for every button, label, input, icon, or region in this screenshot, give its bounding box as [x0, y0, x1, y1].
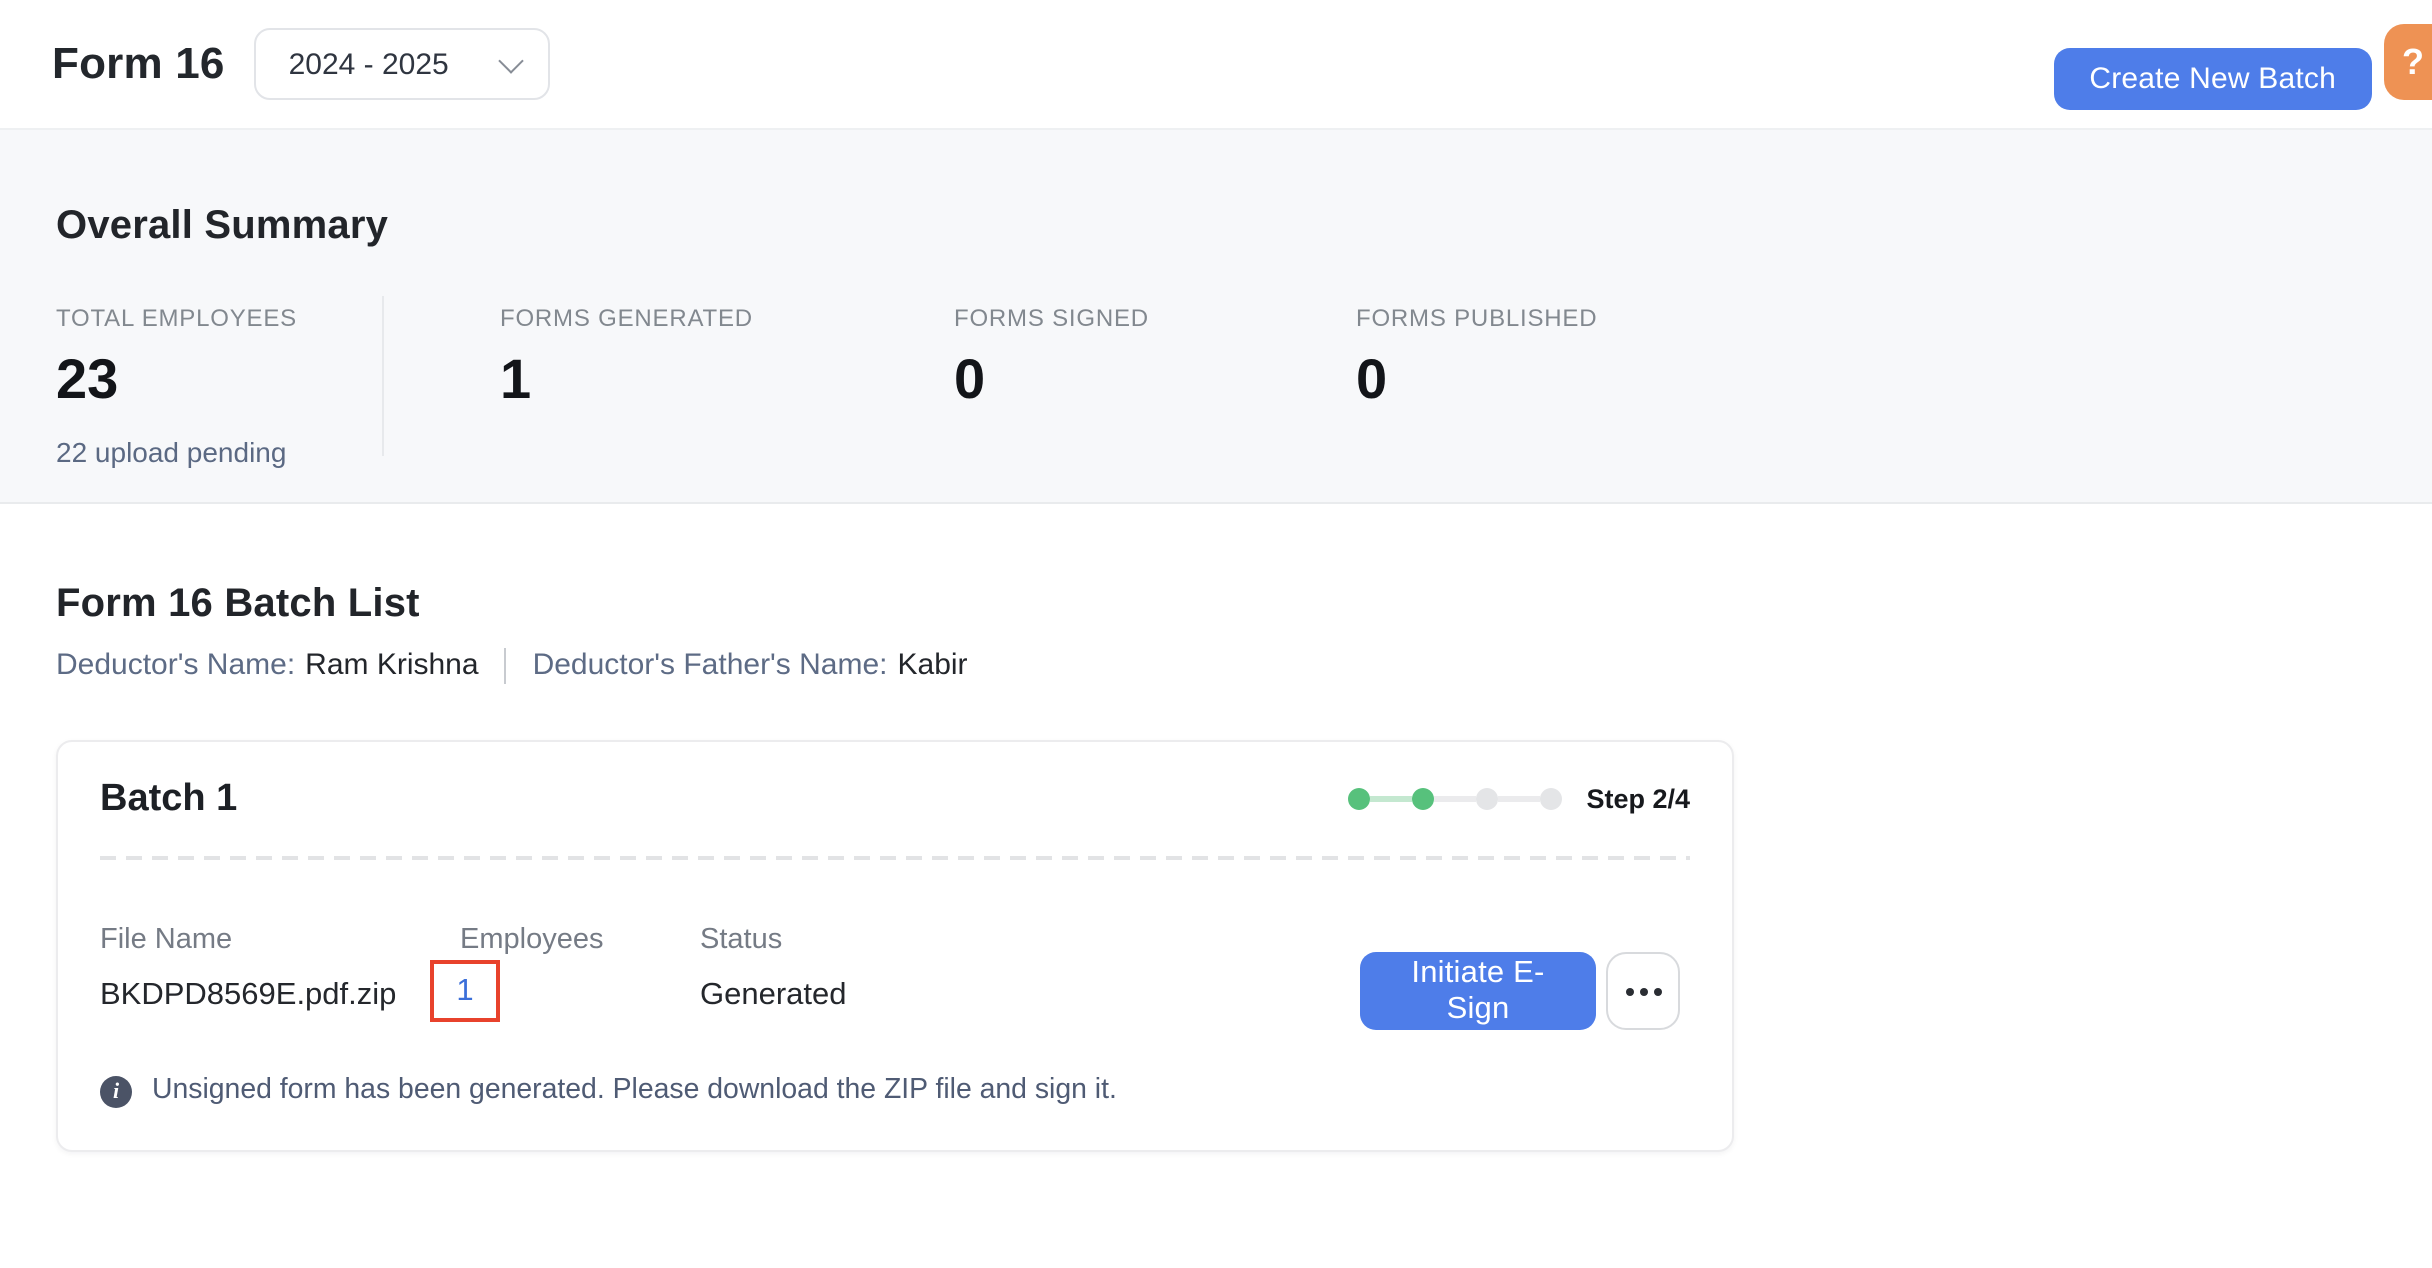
stat-value: 1 [500, 350, 954, 410]
financial-year-dropdown[interactable]: 2024 - 2025 [255, 28, 551, 100]
status-label: Status [700, 926, 847, 956]
employees-label: Employees [460, 926, 603, 956]
info-row: i Unsigned form has been generated. Plea… [100, 1074, 1117, 1108]
deductor-info-row: Deductor's Name: Ram Krishna Deductor's … [56, 648, 2376, 684]
stat-value: 23 [56, 350, 382, 410]
page-title: Form 16 [52, 38, 225, 90]
status-column: Status Generated [700, 926, 847, 1014]
step-progress-track [1348, 788, 1562, 810]
step-dot-4 [1540, 788, 1562, 810]
info-text: Unsigned form has been generated. Please… [152, 1074, 1117, 1108]
batch-card: Batch 1 Step 2/4 File Name BKDPD8569E.pd… [56, 740, 1734, 1152]
stat-value: 0 [954, 350, 1356, 410]
deductor-name-label: Deductor's Name: [56, 648, 295, 684]
financial-year-value: 2024 - 2025 [289, 47, 449, 81]
batch-list-heading: Form 16 Batch List [56, 580, 2376, 628]
stat-forms-generated: FORMS GENERATED 1 [384, 306, 954, 410]
step-dot-3 [1476, 788, 1498, 810]
stat-value: 0 [1356, 350, 1597, 410]
summary-stats-row: TOTAL EMPLOYEES 23 22 upload pending FOR… [56, 306, 2376, 468]
create-new-batch-button[interactable]: Create New Batch [2053, 48, 2372, 110]
deductor-divider [505, 648, 507, 684]
stat-label: FORMS SIGNED [954, 306, 1356, 332]
form16-page: Form 16 2024 - 2025 Create New Batch ? O… [0, 0, 2432, 1268]
stat-forms-signed: FORMS SIGNED 0 [954, 306, 1356, 410]
file-name-label: File Name [100, 926, 396, 956]
help-button[interactable]: ? [2384, 24, 2432, 100]
stat-label: FORMS GENERATED [500, 306, 954, 332]
stat-total-employees: TOTAL EMPLOYEES 23 22 upload pending [56, 306, 382, 468]
father-name-value: Kabir [898, 648, 968, 684]
step-progress-label: Step 2/4 [1586, 784, 1690, 814]
file-name-column: File Name BKDPD8569E.pdf.zip [100, 926, 396, 1014]
employees-count-link[interactable]: 1 [456, 973, 473, 1009]
chevron-down-icon [499, 48, 524, 73]
step-connector [1434, 796, 1476, 802]
stat-label: FORMS PUBLISHED [1356, 306, 1597, 332]
step-connector [1498, 796, 1540, 802]
initiate-esign-button[interactable]: Initiate E-Sign [1360, 952, 1596, 1030]
more-options-icon [1625, 987, 1633, 995]
deductor-name-value: Ram Krishna [305, 648, 478, 684]
batch-list-section: Form 16 Batch List Deductor's Name: Ram … [0, 580, 2432, 1152]
page-header: Form 16 2024 - 2025 Create New Batch ? [0, 0, 2432, 128]
employees-column: Employees [460, 926, 603, 956]
step-dot-2 [1412, 788, 1434, 810]
step-progress: Step 2/4 [1348, 784, 1690, 814]
overall-summary-heading: Overall Summary [56, 202, 2376, 250]
stat-forms-published: FORMS PUBLISHED 0 [1356, 306, 1597, 410]
step-connector [1370, 796, 1412, 802]
father-name-label: Deductor's Father's Name: [533, 648, 888, 684]
more-options-button[interactable] [1606, 952, 1680, 1030]
status-badge: Generated [700, 976, 847, 1014]
info-icon: i [100, 1075, 132, 1107]
upload-pending-text: 22 upload pending [56, 436, 382, 468]
batch-title: Batch 1 [100, 776, 237, 822]
dashed-divider [100, 856, 1690, 860]
employees-count-highlight: 1 [430, 960, 500, 1022]
stat-label: TOTAL EMPLOYEES [56, 306, 382, 332]
overall-summary-section: Overall Summary TOTAL EMPLOYEES 23 22 up… [0, 128, 2432, 504]
step-dot-1 [1348, 788, 1370, 810]
file-name-value: BKDPD8569E.pdf.zip [100, 976, 396, 1014]
